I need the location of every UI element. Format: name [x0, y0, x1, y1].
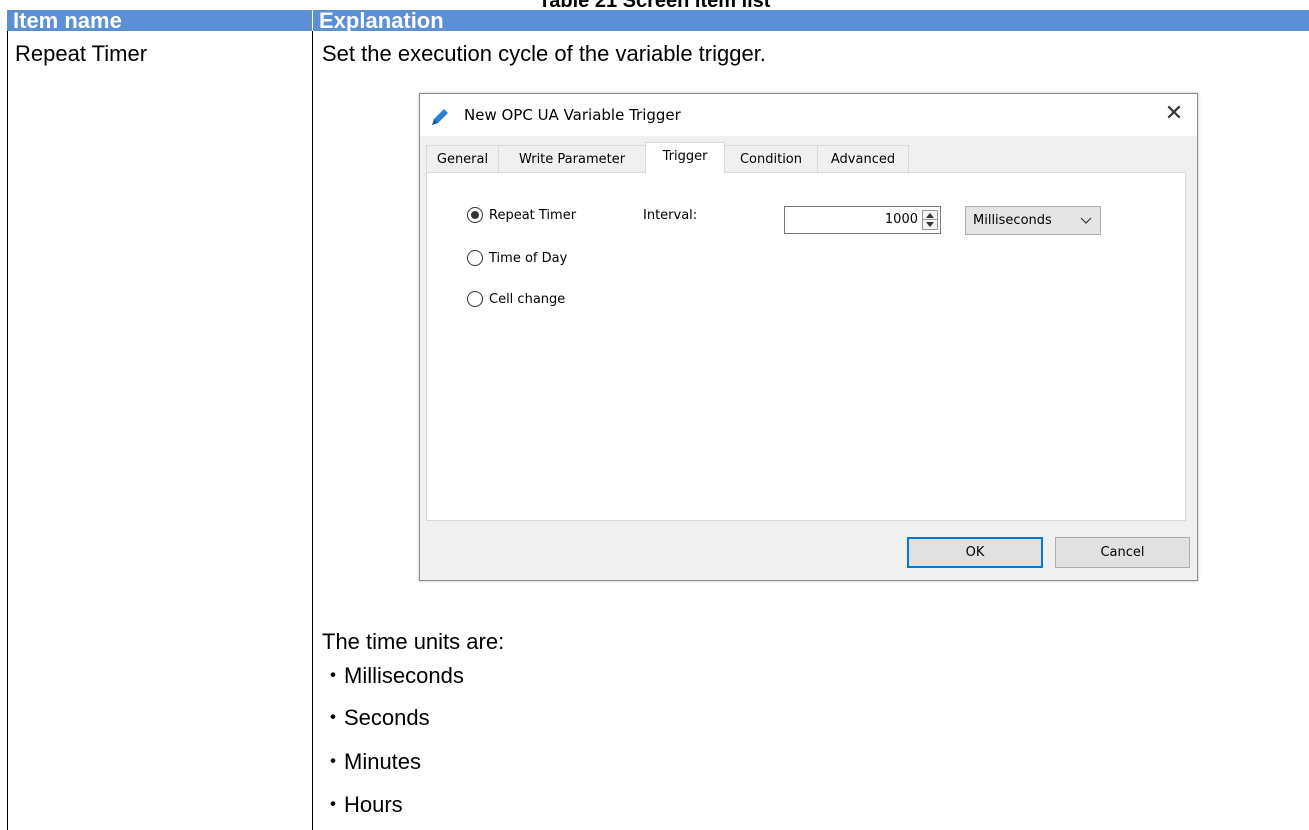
radio-button[interactable] — [467, 290, 483, 307]
radio-repeat-timer[interactable]: Repeat Timer — [467, 206, 576, 226]
chevron-down-icon — [1080, 217, 1092, 224]
ok-button[interactable]: OK — [907, 537, 1043, 568]
spin-up-icon[interactable] — [926, 213, 934, 218]
list-item: ・Seconds — [322, 705, 430, 730]
header-explanation-label: Explanation — [319, 10, 444, 31]
interval-spinner[interactable] — [922, 210, 938, 230]
item-name-cell: Repeat Timer — [15, 41, 148, 66]
interval-value: 1000 — [884, 212, 918, 227]
tab-general[interactable]: General — [426, 145, 499, 172]
dialog-title: New OPC UA Variable Trigger — [464, 106, 681, 124]
explanation-text: Set the execution cycle of the variable … — [322, 41, 766, 66]
radio-button-checked[interactable] — [467, 206, 483, 223]
unit-select-value: Milliseconds — [973, 213, 1052, 228]
radio-cell-change-label: Cell change — [489, 292, 566, 307]
list-item: ・Hours — [322, 792, 403, 817]
header-item-name: Item name — [7, 10, 312, 31]
list-item: ・Milliseconds — [322, 663, 464, 688]
radio-time-of-day[interactable]: Time of Day — [467, 249, 567, 269]
radio-time-of-day-label: Time of Day — [489, 251, 568, 266]
close-button[interactable]: ✕ — [1159, 100, 1189, 128]
trigger-panel: Repeat Timer Time of Day Cell change Int… — [426, 172, 1186, 521]
tab-trigger[interactable]: Trigger — [645, 142, 725, 173]
dialog-titlebar: New OPC UA Variable Trigger ✕ — [420, 94, 1197, 136]
trigger-dialog: New OPC UA Variable Trigger ✕ General Wr… — [419, 93, 1198, 581]
spin-down-icon[interactable] — [926, 222, 934, 227]
table-border-left — [7, 31, 8, 830]
spinner-divider — [923, 219, 937, 220]
pencil-icon — [432, 109, 448, 125]
header-item-name-label: Item name — [13, 10, 122, 31]
tab-advanced[interactable]: Advanced — [817, 145, 909, 172]
header-explanation: Explanation — [313, 10, 1309, 31]
tab-condition[interactable]: Condition — [724, 145, 818, 172]
list-item: ・Minutes — [322, 749, 422, 774]
table-column-divider — [312, 31, 313, 830]
units-intro: The time units are: — [322, 629, 505, 654]
radio-cell-change[interactable]: Cell change — [467, 290, 565, 310]
interval-label: Interval: — [643, 208, 698, 223]
interval-input[interactable]: 1000 — [784, 206, 941, 234]
cancel-button[interactable]: Cancel — [1055, 537, 1190, 568]
radio-repeat-timer-label: Repeat Timer — [489, 208, 577, 223]
tab-write-parameter[interactable]: Write Parameter — [498, 145, 646, 172]
unit-select[interactable]: Milliseconds — [965, 206, 1101, 235]
radio-button[interactable] — [467, 249, 483, 266]
